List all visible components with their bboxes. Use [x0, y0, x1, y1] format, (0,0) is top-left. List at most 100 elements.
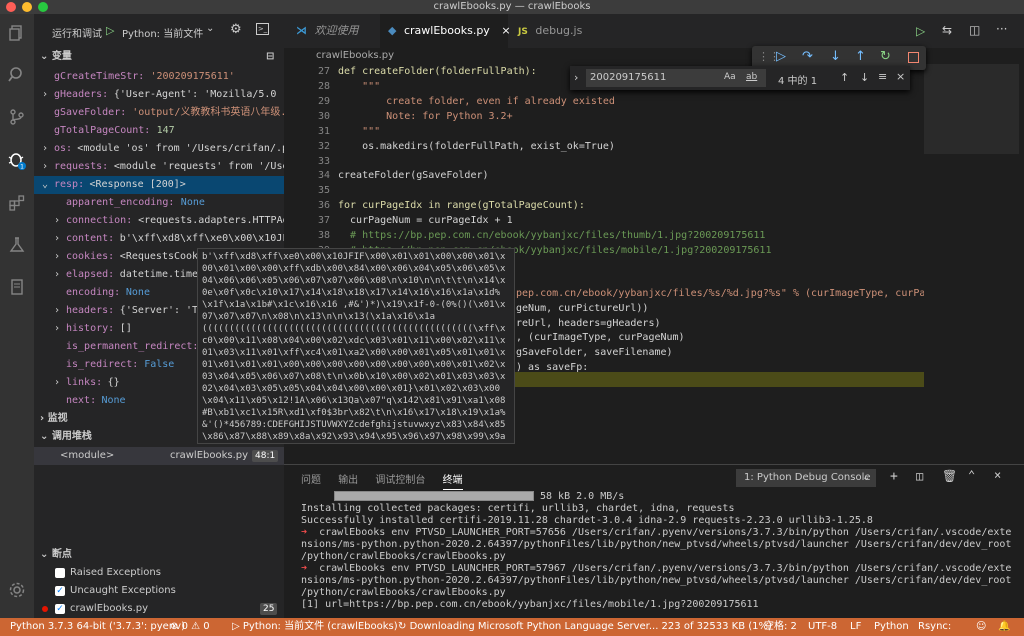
close-icon[interactable]: × — [994, 468, 1001, 482]
chevron-right-icon[interactable]: › — [54, 320, 60, 338]
split-terminal-icon[interactable]: ◫ — [916, 469, 923, 483]
breakpoint-raised-exceptions[interactable]: Raised Exceptions — [34, 564, 284, 582]
start-debugging-icon[interactable]: ▷ — [106, 24, 114, 37]
variable-row[interactable]: gCreateTimeStr: '200209175611' — [34, 68, 284, 86]
chevron-right-icon[interactable]: › — [54, 266, 60, 284]
tab-debug-js[interactable]: JS debug.js — [510, 14, 600, 48]
collapse-all-icon[interactable]: ⊟ — [266, 48, 274, 66]
minimap[interactable] — [924, 64, 1024, 464]
run-file-icon[interactable]: ▷ — [916, 24, 925, 38]
chevron-right-icon[interactable]: › — [574, 71, 578, 84]
variable-row[interactable]: › requests: <module 'requests' from '/Use.… — [34, 158, 284, 176]
line-number: 37 — [317, 215, 330, 226]
chevron-down-icon[interactable]: ⌄ — [206, 23, 214, 34]
tab-crawlebooks[interactable]: ◆ crawlEbooks.py × — [380, 14, 511, 48]
variable-row[interactable]: apparent_encoding: None — [34, 194, 284, 212]
debug-console-icon[interactable]: >_ — [256, 23, 269, 35]
debug-config-status[interactable]: ▷ Python: 当前文件 (crawlEbooks) — [232, 618, 398, 636]
tab-welcome[interactable]: ⋊ 欢迎使用 — [288, 14, 376, 48]
variable-row[interactable]: › content: b'\xff\xd8\xff\xe0\x00\x10JFI..… — [34, 230, 284, 248]
compare-icon[interactable]: ⇆ — [942, 23, 952, 37]
find-in-selection-icon[interactable]: ≡ — [878, 70, 887, 83]
svg-text:1: 1 — [20, 164, 24, 171]
line-number: 35 — [317, 185, 330, 196]
variable-row[interactable]: › os: <module 'os' from '/Users/crifan/.p.… — [34, 140, 284, 158]
variable-value: {} — [107, 377, 120, 388]
breakpoint-file[interactable]: ✓ crawlEbooks.py 25 — [34, 600, 284, 618]
match-case-icon[interactable]: Aa — [724, 72, 736, 82]
close-window-button[interactable] — [6, 2, 16, 12]
new-terminal-icon[interactable]: + — [890, 469, 898, 484]
variable-name: elapsed: — [66, 269, 115, 280]
find-input[interactable]: 200209175611 Aa ab — [586, 69, 766, 87]
variable-name: gSaveFolder: — [54, 107, 127, 118]
debug-config-select[interactable]: Python: 当前文件 — [122, 25, 203, 40]
chevron-right-icon[interactable]: › — [42, 86, 48, 104]
previous-match-icon[interactable]: ↑ — [840, 71, 849, 84]
variable-row[interactable]: gTotalPageCount: 147 — [34, 122, 284, 140]
tab-output[interactable]: 输出 — [338, 475, 358, 486]
match-word-icon[interactable]: ab — [746, 72, 757, 82]
step-out-icon[interactable]: ↑ — [855, 49, 866, 64]
language-mode[interactable]: Python — [874, 618, 909, 636]
extensions-icon[interactable] — [5, 194, 29, 218]
chevron-right-icon[interactable]: › — [42, 158, 48, 176]
chevron-down-icon[interactable]: ⌄ — [42, 176, 48, 194]
testing-flask-icon[interactable] — [5, 236, 29, 260]
checkbox-checked[interactable]: ✓ — [55, 604, 65, 614]
zoom-window-button[interactable] — [38, 2, 48, 12]
next-match-icon[interactable]: ↓ — [860, 71, 869, 84]
feedback-icon[interactable]: ☺ — [976, 618, 986, 636]
checkbox-unchecked[interactable] — [55, 568, 65, 578]
debug-icon[interactable]: 1 — [5, 150, 29, 174]
stop-icon[interactable] — [908, 52, 919, 63]
chevron-right-icon[interactable]: › — [54, 302, 60, 320]
notifications-bell-icon[interactable]: 🔔 — [998, 618, 1010, 636]
python-interpreter[interactable]: Python 3.7.3 64-bit ('3.7.3': pyenv) — [10, 618, 185, 636]
indent-setting[interactable]: 空格: 2 — [764, 618, 797, 636]
chevron-right-icon[interactable]: › — [54, 212, 60, 230]
chevron-right-icon[interactable]: › — [54, 374, 60, 392]
manage-gear-icon[interactable] — [5, 581, 29, 605]
variable-value: None — [101, 395, 126, 406]
close-icon[interactable]: × — [896, 70, 905, 83]
trash-icon[interactable]: 🗑 — [942, 469, 957, 483]
restart-icon[interactable]: ↻ — [880, 49, 891, 64]
step-over-icon[interactable]: ↷ — [802, 49, 813, 64]
variable-row[interactable]: › gHeaders: {'User-Agent': 'Mozilla/5.0 (.… — [34, 86, 284, 104]
run-toolbar: 运行和调试 ▷ Python: 当前文件 ⌄ ⚙ >_ — [34, 14, 284, 48]
code-line: for curPageIdx in range(gTotalPageCount)… — [338, 200, 585, 211]
breakpoint-uncaught-exceptions[interactable]: ✓ Uncaught Exceptions — [34, 582, 284, 600]
variable-row[interactable]: gSaveFolder: 'output/义教教科书英语八年级... — [34, 104, 284, 122]
tab-terminal[interactable]: 终端 — [442, 475, 463, 490]
chevron-right-icon[interactable]: › — [42, 140, 48, 158]
minimize-window-button[interactable] — [22, 2, 32, 12]
explorer-icon[interactable] — [5, 24, 29, 48]
callstack-frame[interactable]: <module> crawlEbooks.py 48:1 — [34, 447, 284, 465]
tab-debug-console[interactable]: 调试控制台 — [375, 475, 425, 486]
rsync-status[interactable]: Rsync: — [918, 618, 951, 636]
variable-row[interactable]: › connection: <requests.adapters.HTTPAda..… — [34, 212, 284, 230]
search-icon[interactable] — [5, 66, 29, 90]
end-of-line[interactable]: LF — [850, 618, 861, 636]
notebook-icon[interactable] — [5, 278, 29, 302]
more-actions-icon[interactable]: ··· — [996, 22, 1007, 36]
variable-name: cookies: — [66, 251, 115, 262]
settings-gear-icon[interactable]: ⚙ — [230, 22, 242, 37]
variables-section-header[interactable]: ⌄ 变量 ⊟ — [34, 48, 284, 66]
file-encoding[interactable]: UTF-8 — [808, 618, 837, 636]
step-into-icon[interactable]: ↓ — [830, 49, 841, 64]
chevron-right-icon[interactable]: › — [54, 248, 60, 266]
tab-problems[interactable]: 问题 — [301, 475, 321, 486]
chevron-right-icon[interactable]: › — [54, 230, 60, 248]
terminal-line: nsions/ms-python.python-2020.2.64397/pyt… — [301, 575, 1012, 586]
terminal-select[interactable]: 1: Python Debug Console ⌄ — [736, 469, 876, 487]
maximize-panel-icon[interactable]: ⌃ — [968, 468, 975, 482]
variable-row[interactable]: ⌄ resp: <Response [200]> — [34, 176, 284, 194]
continue-icon[interactable]: ▷ — [776, 49, 786, 64]
source-control-icon[interactable] — [5, 108, 29, 132]
breakpoints-section-header[interactable]: ⌄ 断点 — [34, 546, 284, 564]
error-count[interactable]: ⊗ 0 ⚠ 0 — [170, 618, 210, 636]
checkbox-checked[interactable]: ✓ — [55, 586, 65, 596]
split-editor-icon[interactable]: ◫ — [969, 23, 980, 37]
